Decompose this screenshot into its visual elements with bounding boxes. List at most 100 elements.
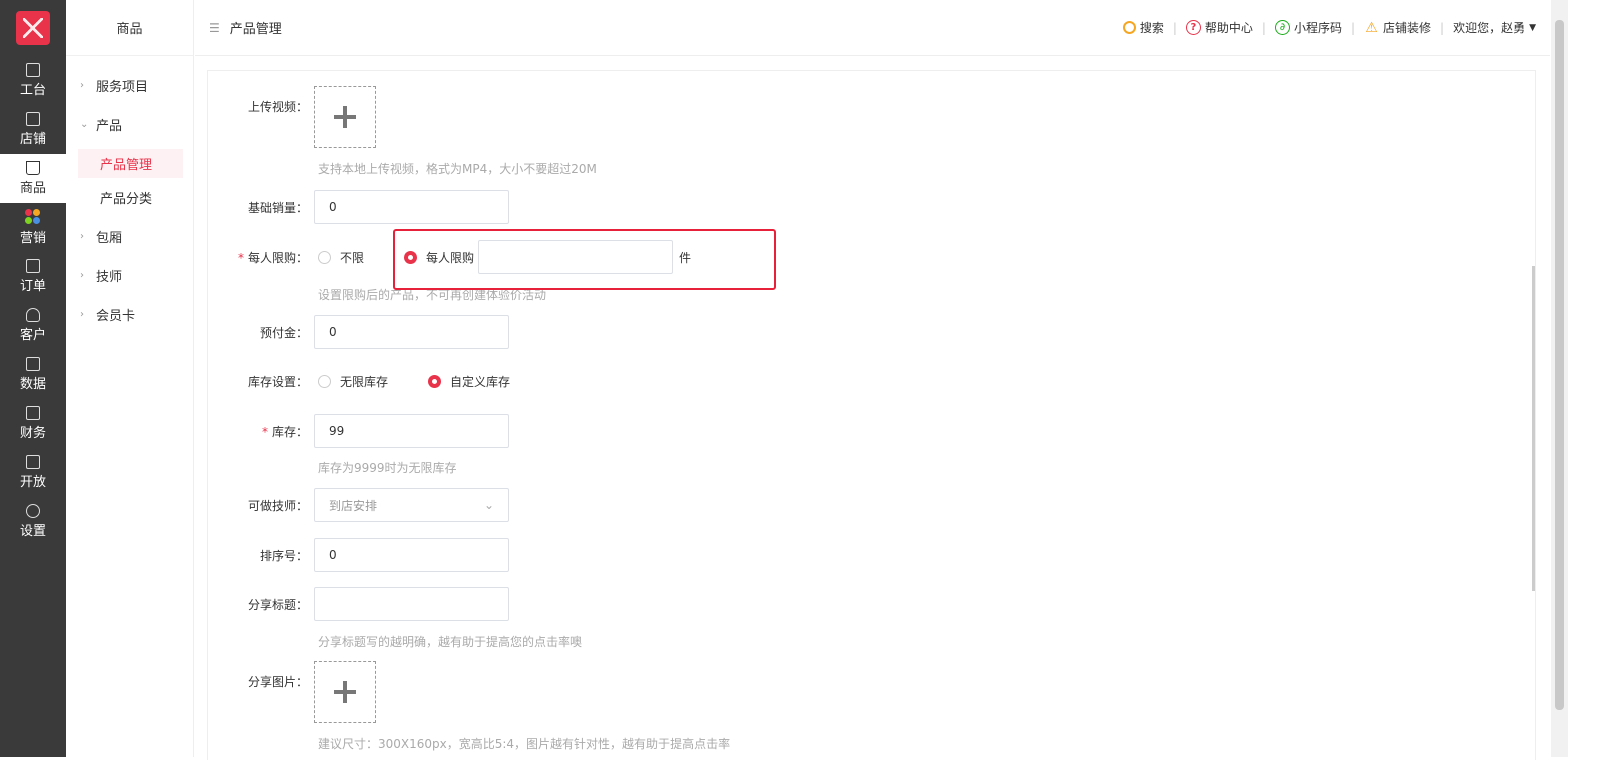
divider: |	[1350, 20, 1355, 35]
rail-item-label: 设置	[19, 524, 46, 539]
stock-custom-radio[interactable]: 自定义库存	[428, 373, 510, 390]
technician-select-value: 到店安排	[329, 498, 378, 513]
sidebar-item-rooms[interactable]: › 包厢	[66, 217, 193, 256]
share-image-hint: 建议尺寸：300X160px，宽高比5:4，图片越有针对性，越有助于提高点击率	[318, 737, 731, 751]
page-scrollbar[interactable]	[1551, 0, 1568, 757]
divider: |	[1261, 20, 1266, 35]
radio-checked-icon	[428, 375, 442, 388]
user-icon	[26, 308, 40, 322]
plus-icon	[334, 106, 356, 128]
sort-label: 排序号：	[259, 548, 308, 563]
miniprogram-link[interactable]: ∂ 小程序码	[1274, 19, 1342, 36]
chevron-right-icon: ›	[80, 231, 84, 242]
upload-share-image-button[interactable]	[314, 661, 376, 723]
stock-unlimited-label: 无限库存	[340, 375, 389, 389]
limit-per-person-radio[interactable]: 每人限购	[404, 249, 474, 266]
share-image-label: 分享图片：	[247, 675, 308, 689]
stock-custom-label: 自定义库存	[450, 375, 511, 389]
chevron-right-icon: ›	[80, 309, 84, 320]
sidebar-item-services[interactable]: › 服务项目	[66, 66, 193, 105]
search-link[interactable]: 搜索	[1122, 19, 1164, 36]
sidebar-item-product-category[interactable]: 产品分类	[78, 183, 183, 212]
required-mark: *	[261, 424, 268, 439]
base-sales-row: 基础销量： 0	[208, 190, 509, 224]
chart-icon	[26, 357, 40, 371]
stock-unlimited-radio[interactable]: 无限库存	[318, 373, 388, 390]
base-sales-label: 基础销量：	[247, 200, 308, 215]
stock-setting-row: 库存设置： 无限库存 自定义库存	[208, 373, 510, 390]
divider: |	[1440, 20, 1445, 35]
rail-item-data[interactable]: 数据	[0, 350, 66, 399]
sidebar-item-product-management[interactable]: 产品管理	[78, 149, 183, 178]
upload-video-button[interactable]	[314, 86, 376, 148]
chevron-right-icon: ›	[80, 270, 84, 281]
share-title-input[interactable]	[314, 587, 509, 621]
search-label: 搜索	[1139, 21, 1164, 35]
technician-row: 可做技师： 到店安排 ⌄	[208, 488, 509, 522]
limit-hint: 设置限购后的产品，不可再创建体验价活动	[318, 288, 547, 302]
order-icon	[26, 259, 40, 273]
rail-item-customers[interactable]: 客户	[0, 301, 66, 350]
rail-item-label: 财务	[19, 426, 46, 441]
rail-item-workbench[interactable]: 工台	[0, 56, 66, 105]
header-tools: 搜索 | ? 帮助中心 | ∂ 小程序码 | ⚠ 店铺装修 | 欢迎您，赵勇 ▼	[1122, 19, 1536, 36]
rail-item-label: 商品	[19, 181, 46, 196]
deposit-label: 预付金：	[259, 325, 308, 340]
sidebar-item-products[interactable]: ⌄ 产品	[66, 105, 193, 144]
limit-row: * 每人限购： 不限 每人限购 件	[208, 240, 691, 274]
share-image-row: 分享图片：	[208, 661, 376, 723]
sidebar-item-membership[interactable]: › 会员卡	[66, 295, 193, 334]
deposit-input[interactable]: 0	[314, 315, 509, 349]
decorate-link[interactable]: ⚠ 店铺装修	[1364, 19, 1431, 36]
limit-unlimited-radio[interactable]: 不限	[318, 249, 364, 266]
help-label: 帮助中心	[1204, 21, 1253, 35]
share-title-hint: 分享标题写的越明确，越有助于提高您的点击率噢	[318, 635, 583, 649]
divider: |	[1172, 20, 1177, 35]
rail-item-store[interactable]: 店铺	[0, 105, 66, 154]
radio-icon	[318, 375, 331, 388]
sidebar-item-label: 服务项目	[96, 80, 149, 95]
upload-video-hint: 支持本地上传视频，格式为MP4，大小不要超过20M	[318, 162, 597, 176]
limit-label-text: 每人限购：	[247, 250, 308, 265]
upload-video-row: 上传视频：	[208, 86, 376, 148]
app-logo[interactable]	[0, 0, 66, 56]
sidebar-item-technicians[interactable]: › 技师	[66, 256, 193, 295]
radio-icon	[318, 250, 331, 264]
rail-item-label: 订单	[19, 279, 46, 294]
limit-label: * 每人限购：	[208, 249, 314, 266]
breadcrumb: ☰ 产品管理	[209, 18, 282, 38]
code-icon	[26, 455, 40, 469]
sidebar-item-label: 包厢	[96, 231, 123, 246]
bag-icon	[26, 161, 40, 175]
rail-item-label: 店铺	[19, 132, 46, 147]
share-title-row: 分享标题：	[208, 587, 509, 621]
miniprogram-label: 小程序码	[1293, 21, 1342, 35]
stock-label: * 库存：	[208, 423, 314, 440]
rail-item-label: 营销	[19, 231, 46, 246]
rail-item-marketing[interactable]: 营销	[0, 203, 66, 252]
technician-select[interactable]: 到店安排 ⌄	[314, 488, 509, 522]
sort-input[interactable]: 0	[314, 538, 509, 572]
base-sales-input[interactable]: 0	[314, 190, 509, 224]
page-scrollbar-thumb[interactable]	[1555, 20, 1564, 710]
monitor-icon	[26, 63, 40, 77]
sort-row: 排序号： 0	[208, 538, 509, 572]
rail-item-finance[interactable]: 财务	[0, 399, 66, 448]
user-menu[interactable]: 欢迎您，赵勇 ▼	[1453, 19, 1536, 36]
limit-quantity-input[interactable]	[478, 240, 674, 274]
stock-input[interactable]: 99	[314, 414, 509, 448]
rail-item-settings[interactable]: 设置	[0, 497, 66, 546]
help-link[interactable]: ? 帮助中心	[1185, 19, 1253, 36]
required-mark: *	[237, 250, 244, 265]
rail-item-open[interactable]: 开放	[0, 448, 66, 497]
top-bar: ☰ 产品管理 搜索 | ? 帮助中心 | ∂ 小程序码 | ⚠ 店铺装修 | 欢迎您，…	[195, 0, 1550, 56]
rail-item-goods[interactable]: 商品	[0, 154, 66, 203]
sidebar-item-label: 会员卡	[96, 309, 136, 324]
limit-unlimited-label: 不限	[340, 250, 365, 265]
rail-item-orders[interactable]: 订单	[0, 252, 66, 301]
stock-setting-label: 库存设置：	[247, 375, 308, 389]
menu-fold-icon[interactable]: ☰	[209, 21, 220, 35]
content-scrollbar[interactable]	[1532, 266, 1535, 591]
rail-item-label: 客户	[19, 328, 46, 343]
money-icon	[26, 406, 40, 420]
